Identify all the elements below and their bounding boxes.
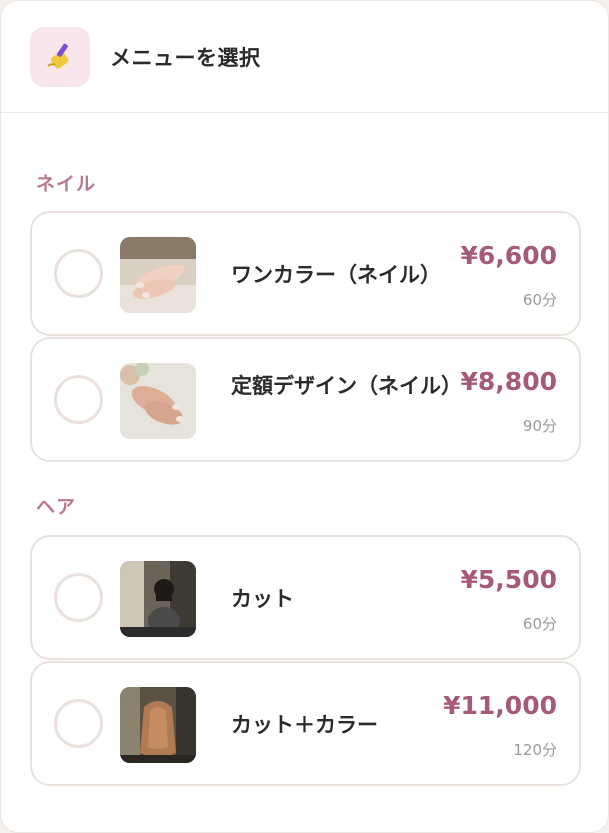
item-price: ¥8,800: [460, 367, 557, 396]
item-price: ¥11,000: [443, 691, 557, 720]
page-title: メニューを選択: [110, 45, 261, 70]
item-name: 定額デザイン（ネイル）: [231, 374, 462, 398]
item-name: カット: [231, 587, 294, 611]
radio-button[interactable]: [54, 375, 103, 424]
hair-salon-photo: [120, 687, 196, 763]
item-duration: 60分: [522, 615, 557, 633]
nail-polish-icon: [30, 26, 90, 87]
nail-photo: [120, 237, 196, 313]
menu-item-cut-color[interactable]: カット＋カラー ¥11,000 120分: [30, 661, 581, 786]
menu-selection-card: メニューを選択 ネイル ワンカラー（ネイル） ¥6,600 60分 定額デザイン…: [0, 0, 609, 833]
section-label-hair: ヘア: [36, 496, 77, 518]
item-name: ワンカラー（ネイル）: [231, 263, 441, 287]
item-price: ¥5,500: [460, 565, 557, 594]
card-header: メニューを選択: [1, 1, 608, 113]
item-duration: 120分: [513, 741, 557, 759]
item-duration: 60分: [522, 291, 557, 309]
radio-button[interactable]: [54, 573, 103, 622]
item-duration: 90分: [522, 417, 557, 435]
hair-salon-photo: [120, 561, 196, 637]
radio-button[interactable]: [54, 249, 103, 298]
radio-button[interactable]: [54, 699, 103, 748]
menu-item-cut[interactable]: カット ¥5,500 60分: [30, 535, 581, 660]
item-price: ¥6,600: [460, 241, 557, 270]
menu-item-design-nail[interactable]: 定額デザイン（ネイル） ¥8,800 90分: [30, 337, 581, 462]
section-label-nail: ネイル: [36, 173, 97, 195]
menu-item-one-color-nail[interactable]: ワンカラー（ネイル） ¥6,600 60分: [30, 211, 581, 336]
nail-photo: [120, 363, 196, 439]
item-name: カット＋カラー: [231, 713, 378, 737]
